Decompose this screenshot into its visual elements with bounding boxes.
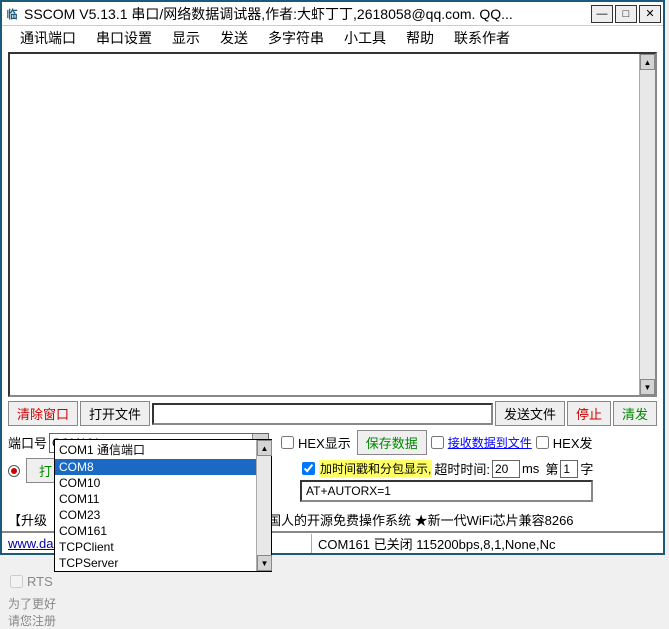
menu-comm[interactable]: 通讯端口 xyxy=(10,26,86,50)
dropdown-scroll-up-icon[interactable]: ▲ xyxy=(257,440,272,456)
menu-send[interactable]: 发送 xyxy=(210,26,258,50)
port-option-com10[interactable]: COM10 xyxy=(55,475,271,491)
rts-label: RTS xyxy=(27,574,53,589)
hex-show-checkbox[interactable] xyxy=(281,436,294,449)
hex-show-label: HEX显示 xyxy=(298,433,351,452)
timeout-input[interactable] xyxy=(492,460,520,478)
port-option-com23[interactable]: COM23 xyxy=(55,507,271,523)
port-label: 端口号 xyxy=(8,433,47,452)
page-input[interactable] xyxy=(560,460,578,478)
hint-text-2: 请您注册 xyxy=(8,612,288,629)
port-option-tcpserver[interactable]: TCPServer xyxy=(55,555,271,571)
timestamp-label: 加时间戳和分包显示, xyxy=(319,460,432,477)
menu-tools[interactable]: 小工具 xyxy=(334,26,396,50)
open-file-button[interactable]: 打开文件 xyxy=(80,401,150,426)
send-textarea[interactable]: AT+AUTORX=1 xyxy=(300,480,593,502)
record-radio[interactable] xyxy=(8,465,20,477)
file-path-input[interactable] xyxy=(152,403,493,425)
close-button[interactable]: ✕ xyxy=(639,5,661,23)
titlebar: 临 SSCOM V5.13.1 串口/网络数据调试器,作者:大虾丁丁,26180… xyxy=(2,2,663,26)
hex-send-checkbox[interactable] xyxy=(536,436,549,449)
menu-serial[interactable]: 串口设置 xyxy=(86,26,162,50)
app-icon: 临 xyxy=(4,6,20,22)
rts-checkbox xyxy=(10,575,23,588)
port-option-tcpclient[interactable]: TCPClient xyxy=(55,539,271,555)
hex-send-label: HEX发 xyxy=(553,433,593,452)
timestamp-checkbox[interactable] xyxy=(302,462,315,475)
send-file-button[interactable]: 发送文件 xyxy=(495,401,565,426)
clear-send-button[interactable]: 清发 xyxy=(613,401,657,426)
recv-to-file-checkbox[interactable] xyxy=(431,436,444,449)
menu-help[interactable]: 帮助 xyxy=(396,26,444,50)
port-option-com161[interactable]: COM161 xyxy=(55,523,271,539)
port-option-com11[interactable]: COM11 xyxy=(55,491,271,507)
menu-contact[interactable]: 联系作者 xyxy=(444,26,520,50)
dropdown-scrollbar[interactable]: ▲ ▼ xyxy=(256,440,271,571)
clear-window-button[interactable]: 清除窗口 xyxy=(8,401,78,426)
stop-button[interactable]: 停止 xyxy=(567,401,611,426)
receive-scrollbar[interactable]: ▲ ▼ xyxy=(639,54,655,395)
page-label: 第 xyxy=(545,459,558,478)
ms-label: ms xyxy=(522,461,539,476)
bytes-label: 字 xyxy=(580,459,593,478)
status-port: COM161 已关闭 115200bps,8,1,None,Nc xyxy=(312,532,663,555)
minimize-button[interactable]: — xyxy=(591,5,613,23)
maximize-button[interactable]: □ xyxy=(615,5,637,23)
hint-text-1: 为了更好 xyxy=(8,595,288,612)
window-title: SSCOM V5.13.1 串口/网络数据调试器,作者:大虾丁丁,2618058… xyxy=(24,4,591,24)
timeout-label: 超时时间: xyxy=(434,459,490,478)
scroll-up-icon[interactable]: ▲ xyxy=(640,54,655,70)
save-data-button[interactable]: 保存数据 xyxy=(357,430,427,455)
recv-to-file-link[interactable]: 接收数据到文件 xyxy=(448,434,532,451)
receive-textarea[interactable]: ▲ ▼ xyxy=(8,52,657,397)
menubar: 通讯端口 串口设置 显示 发送 多字符串 小工具 帮助 联系作者 xyxy=(2,26,663,50)
banner-text: 中国人的开源免费操作系统 ★新一代WiFi芯片兼容8266 xyxy=(255,510,574,529)
menu-multistr[interactable]: 多字符串 xyxy=(258,26,334,50)
port-dropdown-list[interactable]: COM1 通信端口 COM8 COM10 COM11 COM23 COM161 … xyxy=(54,439,272,572)
menu-display[interactable]: 显示 xyxy=(162,26,210,50)
port-option-com8[interactable]: COM8 xyxy=(55,459,271,475)
port-option-com1[interactable]: COM1 通信端口 xyxy=(55,440,271,459)
scroll-down-icon[interactable]: ▼ xyxy=(640,379,655,395)
dropdown-scroll-down-icon[interactable]: ▼ xyxy=(257,555,272,571)
